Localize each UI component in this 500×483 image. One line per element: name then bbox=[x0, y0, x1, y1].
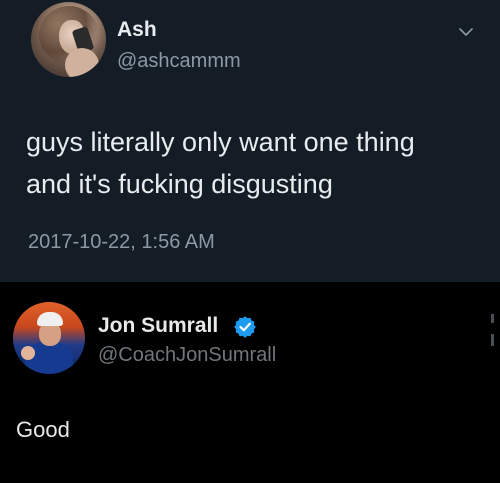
avatar[interactable] bbox=[31, 2, 106, 77]
avatar[interactable] bbox=[13, 302, 85, 374]
author-handle[interactable]: @CoachJonSumrall bbox=[98, 343, 276, 367]
tweet-text-line: and it's fucking disgusting bbox=[26, 169, 333, 199]
avatar-arm bbox=[65, 48, 99, 77]
screenshot-page: Ash @ashcammm guys literally only want o… bbox=[0, 0, 500, 483]
tweet-text: Good bbox=[16, 417, 70, 442]
author-name[interactable]: Ash bbox=[117, 18, 157, 42]
tweet-text-line: guys literally only want one thing bbox=[26, 127, 415, 157]
avatar-cap bbox=[37, 312, 63, 326]
tweet-text: guys literally only want one thing and i… bbox=[26, 121, 486, 205]
chevron-down-icon[interactable] bbox=[458, 26, 474, 38]
cropped-menu-icon bbox=[488, 310, 500, 360]
avatar-hand bbox=[21, 346, 35, 360]
author-handle[interactable]: @ashcammm bbox=[117, 49, 241, 73]
original-tweet[interactable]: Ash @ashcammm guys literally only want o… bbox=[0, 0, 500, 282]
author-name[interactable]: Jon Sumrall bbox=[98, 314, 218, 338]
tweet-timestamp[interactable]: 2017-10-22, 1:56 AM bbox=[28, 230, 215, 254]
reply-tweet[interactable]: Jon Sumrall @CoachJonSumrall Good bbox=[0, 282, 500, 483]
verified-badge-icon bbox=[234, 316, 256, 338]
